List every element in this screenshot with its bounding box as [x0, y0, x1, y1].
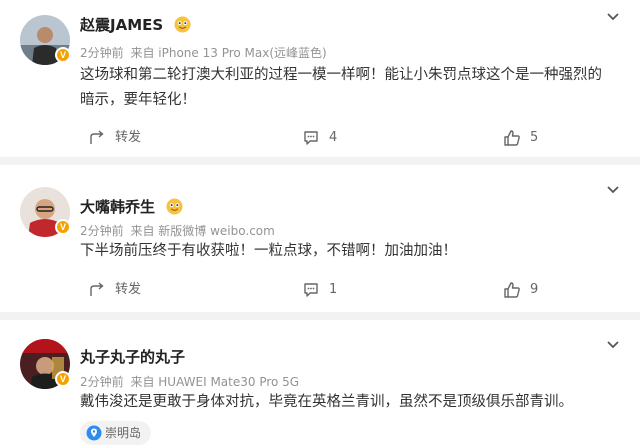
comment-card: V 赵震JAMES 2分钟前 来自 iPhone 13 Pro Max(远峰蓝色… — [0, 0, 640, 157]
thumbs-up-icon — [504, 282, 520, 298]
timestamp: 2分钟前 — [80, 46, 124, 60]
comment-card: V 大嘴韩乔生 2分钟前 来自 新版微博 weibo.com 下半场前压终于有收… — [0, 165, 640, 312]
comment-icon — [304, 131, 318, 145]
username[interactable]: 赵震JAMES — [80, 16, 163, 34]
like-count: 9 — [530, 282, 539, 297]
comment-text: 戴伟浚还是更敢于身体对抗，毕竟在英格兰青训，虽然不是顶级俱乐部青训。 — [80, 394, 573, 410]
verified-v-badge-icon: V — [55, 371, 71, 387]
source-device[interactable]: 来自 新版微博 weibo.com — [130, 224, 274, 238]
comment-text: 这场球和第二轮打澳大利亚的过程一模一样啊！能让小朱罚点球这个是一种强烈的暗示，要… — [80, 67, 602, 108]
thumbs-up-icon — [504, 130, 520, 146]
location-tag[interactable]: 崇明岛 — [80, 421, 152, 445]
timestamp: 2分钟前 — [80, 375, 124, 389]
comment-meta: 2分钟前 来自 新版微博 weibo.com — [80, 222, 278, 239]
username[interactable]: 丸子丸子的丸子 — [80, 348, 185, 366]
action-bar: 转发 1 9 — [0, 279, 640, 301]
location-pin-icon — [86, 425, 102, 441]
location-label: 崇明岛 — [105, 426, 142, 440]
username[interactable]: 大嘴韩乔生 — [80, 198, 155, 216]
comment-author[interactable]: 大嘴韩乔生 — [80, 196, 183, 217]
share-label: 转发 — [115, 282, 142, 297]
chevron-down-icon[interactable] — [606, 340, 620, 350]
comment-card: V 丸子丸子的丸子 2分钟前 来自 HUAWEI Mate30 Pro 5G 戴… — [0, 320, 640, 445]
comment-meta: 2分钟前 来自 iPhone 13 Pro Max(远峰蓝色) — [80, 44, 330, 61]
share-label: 转发 — [115, 130, 142, 145]
verified-v-badge-icon: V — [55, 219, 71, 235]
comment-count: 1 — [329, 282, 338, 297]
share-icon — [90, 130, 104, 144]
like-count: 5 — [530, 130, 539, 145]
comment-count: 4 — [329, 130, 338, 145]
comment-author[interactable]: 丸子丸子的丸子 — [80, 346, 185, 367]
source-device[interactable]: 来自 HUAWEI Mate30 Pro 5G — [130, 375, 299, 389]
share-icon — [90, 282, 104, 296]
chevron-down-icon[interactable] — [606, 185, 620, 195]
comment-icon — [304, 283, 318, 297]
source-device[interactable]: 来自 iPhone 13 Pro Max(远峰蓝色) — [130, 46, 326, 60]
action-bar: 转发 4 5 — [0, 127, 640, 149]
comment-author[interactable]: 赵震JAMES — [80, 14, 191, 35]
chevron-down-icon[interactable] — [606, 12, 620, 22]
comment-meta: 2分钟前 来自 HUAWEI Mate30 Pro 5G — [80, 373, 302, 390]
timestamp: 2分钟前 — [80, 224, 124, 238]
ok-hand-emoji-icon — [174, 16, 191, 33]
verified-v-badge-icon: V — [55, 47, 71, 63]
comment-text: 下半场前压终于有收获啦！一粒点球，不错啊！加油加油！ — [80, 243, 457, 259]
ok-hand-emoji-icon — [166, 198, 183, 215]
comment-feed: V 赵震JAMES 2分钟前 来自 iPhone 13 Pro Max(远峰蓝色… — [0, 0, 640, 445]
